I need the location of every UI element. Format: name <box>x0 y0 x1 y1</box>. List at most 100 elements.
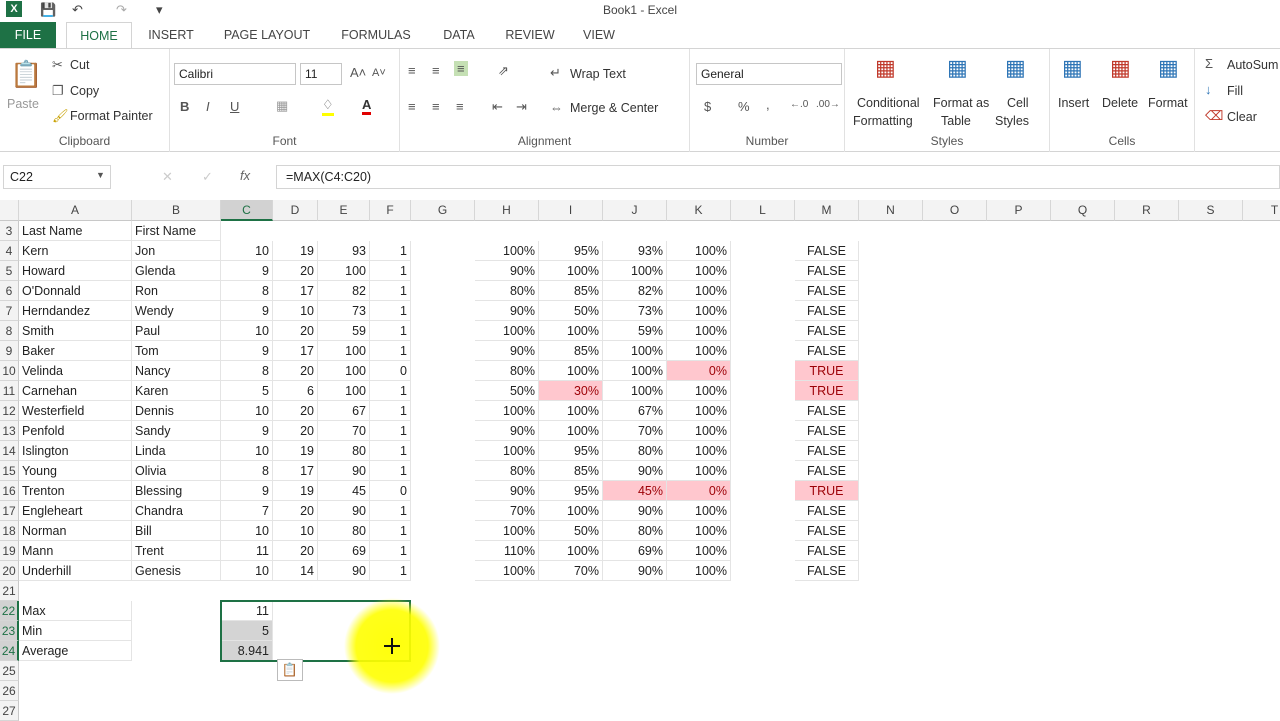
cell-c[interactable]: 8 <box>221 281 273 301</box>
cell-f[interactable]: 1 <box>370 441 411 461</box>
cell-header-last-name[interactable]: Last Name <box>19 221 132 241</box>
wrap-text-button[interactable]: Wrap Text <box>570 67 626 81</box>
cell-h[interactable]: 80% <box>475 461 539 481</box>
cell-e[interactable]: 100 <box>318 261 370 281</box>
tab-view[interactable]: VIEW <box>574 22 624 48</box>
cell-j[interactable]: 59% <box>603 321 667 341</box>
cell-j[interactable]: 67% <box>603 401 667 421</box>
cell-e[interactable]: 73 <box>318 301 370 321</box>
row-header[interactable]: 25 <box>0 661 19 681</box>
cell-last-name[interactable]: Penfold <box>19 421 132 441</box>
column-header-f[interactable]: F <box>370 200 411 221</box>
cell-c[interactable]: 9 <box>221 301 273 321</box>
cell-j[interactable]: 93% <box>603 241 667 261</box>
column-header-g[interactable]: G <box>411 200 475 221</box>
row-header[interactable]: 18 <box>0 521 19 541</box>
borders-icon[interactable]: ▦ <box>276 98 288 114</box>
cell-d[interactable]: 10 <box>273 301 318 321</box>
cell-m[interactable]: FALSE <box>795 241 859 261</box>
cell-m[interactable]: FALSE <box>795 281 859 301</box>
cell-j[interactable]: 90% <box>603 501 667 521</box>
cell-first-name[interactable]: Blessing <box>132 481 221 501</box>
italic-icon[interactable]: I <box>206 99 210 114</box>
cell-e[interactable]: 90 <box>318 501 370 521</box>
cell-j[interactable]: 82% <box>603 281 667 301</box>
format-painter-button[interactable]: Format Painter <box>70 109 153 123</box>
cell-e[interactable]: 80 <box>318 521 370 541</box>
cell-c[interactable]: 9 <box>221 481 273 501</box>
cell-j[interactable]: 100% <box>603 361 667 381</box>
cell-last-name[interactable]: Islington <box>19 441 132 461</box>
cell-h[interactable]: 80% <box>475 361 539 381</box>
cell-i[interactable]: 70% <box>539 561 603 581</box>
cell-last-name[interactable]: Baker <box>19 341 132 361</box>
underline-icon[interactable]: U <box>230 99 239 114</box>
cell-first-name[interactable]: Bill <box>132 521 221 541</box>
cell-m[interactable]: TRUE <box>795 481 859 501</box>
tab-data[interactable]: DATA <box>432 22 486 48</box>
cell-i[interactable]: 95% <box>539 441 603 461</box>
column-header-q[interactable]: Q <box>1051 200 1115 221</box>
decrease-font-icon[interactable]: A˅ <box>372 67 386 79</box>
font-size-select[interactable]: 11 <box>300 63 342 85</box>
cell-first-name[interactable]: Karen <box>132 381 221 401</box>
format-cells-button[interactable]: Format <box>1148 96 1188 110</box>
cell-h[interactable]: 100% <box>475 441 539 461</box>
cell-last-name[interactable]: O'Donnald <box>19 281 132 301</box>
align-bottom-icon[interactable]: ≡ <box>454 61 468 76</box>
row-header[interactable]: 21 <box>0 581 19 601</box>
cell-j[interactable]: 69% <box>603 541 667 561</box>
row-header[interactable]: 9 <box>0 341 19 361</box>
cell-e[interactable]: 90 <box>318 461 370 481</box>
cell-styles-icon[interactable]: ▦ <box>1005 55 1026 81</box>
cell-d[interactable]: 17 <box>273 461 318 481</box>
cell-f[interactable]: 1 <box>370 301 411 321</box>
column-header-a[interactable]: A <box>19 200 132 221</box>
decrease-indent-icon[interactable]: ⇤ <box>492 99 503 115</box>
row-header[interactable]: 17 <box>0 501 19 521</box>
cell-j[interactable]: 100% <box>603 381 667 401</box>
cell-styles-label2[interactable]: Styles <box>995 114 1029 128</box>
cell-header-first-name[interactable]: First Name <box>132 221 221 241</box>
row-header[interactable]: 19 <box>0 541 19 561</box>
autosum-button[interactable]: AutoSum <box>1227 58 1278 72</box>
row-header[interactable]: 6 <box>0 281 19 301</box>
cell-first-name[interactable]: Nancy <box>132 361 221 381</box>
cell-m[interactable]: FALSE <box>795 401 859 421</box>
cell-k[interactable]: 100% <box>667 421 731 441</box>
column-header-d[interactable]: D <box>273 200 318 221</box>
clear-button[interactable]: Clear <box>1227 110 1257 124</box>
cell-h[interactable]: 100% <box>475 561 539 581</box>
cell-j[interactable]: 90% <box>603 461 667 481</box>
wrap-text-icon[interactable]: ↵ <box>550 65 561 81</box>
cell-first-name[interactable]: Dennis <box>132 401 221 421</box>
cell-m[interactable]: FALSE <box>795 321 859 341</box>
font-name-select[interactable]: Calibri <box>174 63 296 85</box>
cell-h[interactable]: 90% <box>475 481 539 501</box>
cell-j[interactable]: 100% <box>603 341 667 361</box>
cell-d[interactable]: 19 <box>273 241 318 261</box>
cell-k[interactable]: 0% <box>667 481 731 501</box>
cell-m[interactable]: FALSE <box>795 301 859 321</box>
cell-k[interactable]: 100% <box>667 281 731 301</box>
row-header[interactable]: 22 <box>0 601 19 621</box>
cell-summary-value[interactable]: 11 <box>221 601 273 621</box>
column-header-i[interactable]: I <box>539 200 603 221</box>
cell-summary-value[interactable]: 5 <box>221 621 273 641</box>
cell-last-name[interactable]: Underhill <box>19 561 132 581</box>
cell-m[interactable]: FALSE <box>795 421 859 441</box>
cell-m[interactable]: FALSE <box>795 501 859 521</box>
tab-formulas[interactable]: FORMULAS <box>334 22 418 48</box>
insert-cells-button[interactable]: Insert <box>1058 96 1089 110</box>
cell-k[interactable]: 100% <box>667 401 731 421</box>
cell-k[interactable]: 100% <box>667 261 731 281</box>
cut-button[interactable]: Cut <box>70 58 89 72</box>
cell-c[interactable]: 8 <box>221 361 273 381</box>
cell-m[interactable]: FALSE <box>795 561 859 581</box>
increase-font-icon[interactable]: A˄ <box>350 65 366 80</box>
align-middle-icon[interactable]: ≡ <box>432 63 440 78</box>
row-header[interactable]: 7 <box>0 301 19 321</box>
cell-m[interactable]: FALSE <box>795 521 859 541</box>
cell-h[interactable]: 80% <box>475 281 539 301</box>
cell-k[interactable]: 100% <box>667 501 731 521</box>
